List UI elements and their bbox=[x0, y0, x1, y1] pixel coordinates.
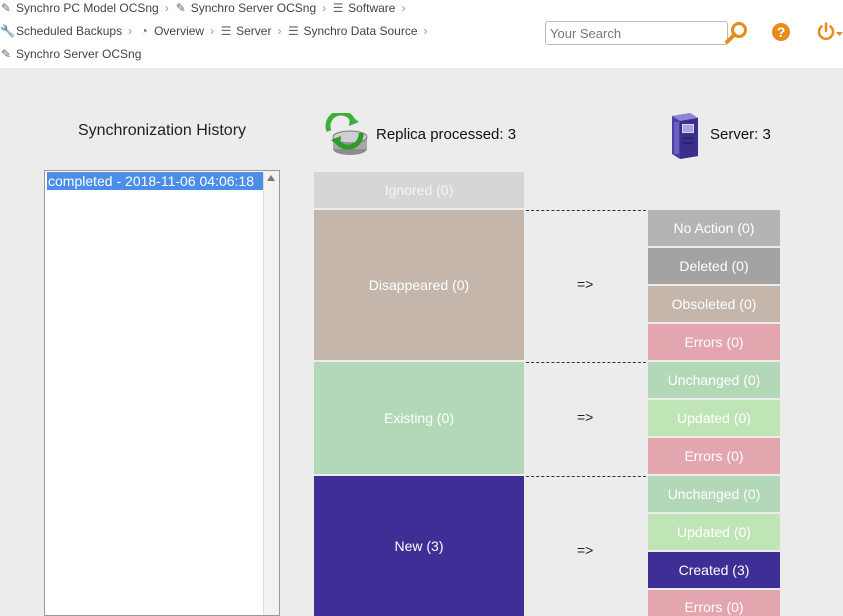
ignored-block: Ignored (0) bbox=[314, 172, 524, 208]
breadcrumb-item-synchro-pc-model[interactable]: ✎ Synchro PC Model OCSng bbox=[0, 1, 159, 15]
synchro-icon: ✎ bbox=[0, 1, 12, 15]
breadcrumb: ✎ Synchro PC Model OCSng › ✎ Synchro Ser… bbox=[0, 0, 411, 19]
power-icon[interactable] bbox=[816, 22, 843, 42]
breadcrumb-item-synchro-data-source[interactable]: ☰ Synchro Data Source bbox=[287, 24, 417, 38]
updated-block: Updated (0) bbox=[648, 514, 780, 550]
chevron-right-icon: › bbox=[128, 24, 133, 38]
obsoleted-block: Obsoleted (0) bbox=[648, 286, 780, 322]
help-icon[interactable]: ? bbox=[771, 22, 791, 42]
list-icon: ☰ bbox=[220, 24, 232, 38]
new-block: New (3) bbox=[314, 476, 524, 616]
existing-block: Existing (0) bbox=[314, 362, 524, 474]
replica-label: Replica processed: 3 bbox=[376, 126, 517, 143]
unchanged-block: Unchanged (0) bbox=[648, 476, 780, 512]
list-icon: ☰ bbox=[288, 24, 299, 38]
breadcrumb-label: Synchro Data Source bbox=[303, 24, 418, 38]
errors-block: Errors (0) bbox=[648, 438, 780, 474]
updated-block: Updated (0) bbox=[648, 400, 780, 436]
deleted-block: Deleted (0) bbox=[648, 248, 780, 284]
connector-line bbox=[526, 362, 646, 363]
breadcrumb-label: Software bbox=[348, 1, 396, 15]
history-list[interactable]: completed - 2018-11-06 04:06:18 bbox=[44, 170, 280, 616]
breadcrumb-item-server[interactable]: ☰ Server bbox=[220, 24, 272, 38]
breadcrumb-label: Synchro Server OCSng bbox=[190, 1, 317, 15]
breadcrumb: ✎ Synchro Server OCSng bbox=[0, 43, 141, 65]
breadcrumb-item-synchro-server[interactable]: ✎ Synchro Server OCSng bbox=[175, 1, 316, 15]
scrollbar[interactable] bbox=[263, 171, 279, 615]
chevron-right-icon: › bbox=[277, 24, 282, 38]
replica-database-icon bbox=[325, 113, 368, 155]
chevron-right-icon: › bbox=[210, 24, 215, 38]
server-icon bbox=[672, 113, 698, 159]
breadcrumb-label: Synchro Server OCSng bbox=[16, 47, 142, 61]
chevron-right-icon: › bbox=[322, 1, 327, 15]
svg-text:?: ? bbox=[777, 24, 786, 40]
wrench-icon: 🔧 bbox=[0, 24, 15, 38]
breadcrumb-item-software[interactable]: ☰ Software bbox=[332, 1, 396, 15]
no-action-block: No Action (0) bbox=[648, 210, 780, 246]
connector-line bbox=[526, 210, 646, 211]
arrow-disappeared: => bbox=[577, 276, 594, 292]
top-bar: ✎ Synchro PC Model OCSng › ✎ Synchro Ser… bbox=[0, 0, 843, 68]
breadcrumb-label: Scheduled Backups bbox=[16, 24, 123, 38]
chevron-right-icon: › bbox=[401, 1, 406, 15]
breadcrumb: 🔧 Scheduled Backups › ◔ Overview › ☰ Ser… bbox=[0, 20, 434, 42]
chevron-right-icon: › bbox=[423, 24, 428, 38]
list-icon: ☰ bbox=[332, 1, 344, 15]
synchro-icon: ✎ bbox=[0, 47, 12, 61]
chevron-right-icon: › bbox=[164, 1, 169, 15]
search-icon[interactable] bbox=[724, 20, 750, 46]
server-label: Server: 3 bbox=[710, 126, 771, 143]
breadcrumb-label: Overview bbox=[154, 24, 205, 38]
connector-line bbox=[526, 476, 646, 477]
breadcrumb-label: Server bbox=[236, 24, 272, 38]
breadcrumb-label: Synchro PC Model OCSng bbox=[16, 1, 159, 15]
errors-block: Errors (0) bbox=[648, 590, 780, 616]
history-item-selected[interactable]: completed - 2018-11-06 04:06:18 bbox=[47, 172, 265, 190]
breadcrumb-item-synchro-server-current[interactable]: ✎ Synchro Server OCSng bbox=[0, 47, 141, 61]
search-input[interactable] bbox=[545, 21, 728, 45]
unchanged-block: Unchanged (0) bbox=[648, 362, 780, 398]
arrow-existing: => bbox=[577, 409, 594, 425]
history-title: Synchronization History bbox=[77, 122, 247, 139]
breadcrumb-item-overview[interactable]: ◔ Overview bbox=[138, 24, 204, 38]
scroll-up-icon[interactable] bbox=[267, 175, 275, 181]
breadcrumb-item-scheduled-backups[interactable]: 🔧 Scheduled Backups bbox=[0, 24, 122, 38]
synchro-icon: ✎ bbox=[175, 1, 186, 15]
errors-block: Errors (0) bbox=[648, 324, 780, 360]
disappeared-block: Disappeared (0) bbox=[314, 210, 524, 360]
pie-chart-icon: ◔ bbox=[140, 24, 148, 38]
created-block: Created (3) bbox=[648, 552, 780, 588]
arrow-new: => bbox=[577, 542, 594, 558]
